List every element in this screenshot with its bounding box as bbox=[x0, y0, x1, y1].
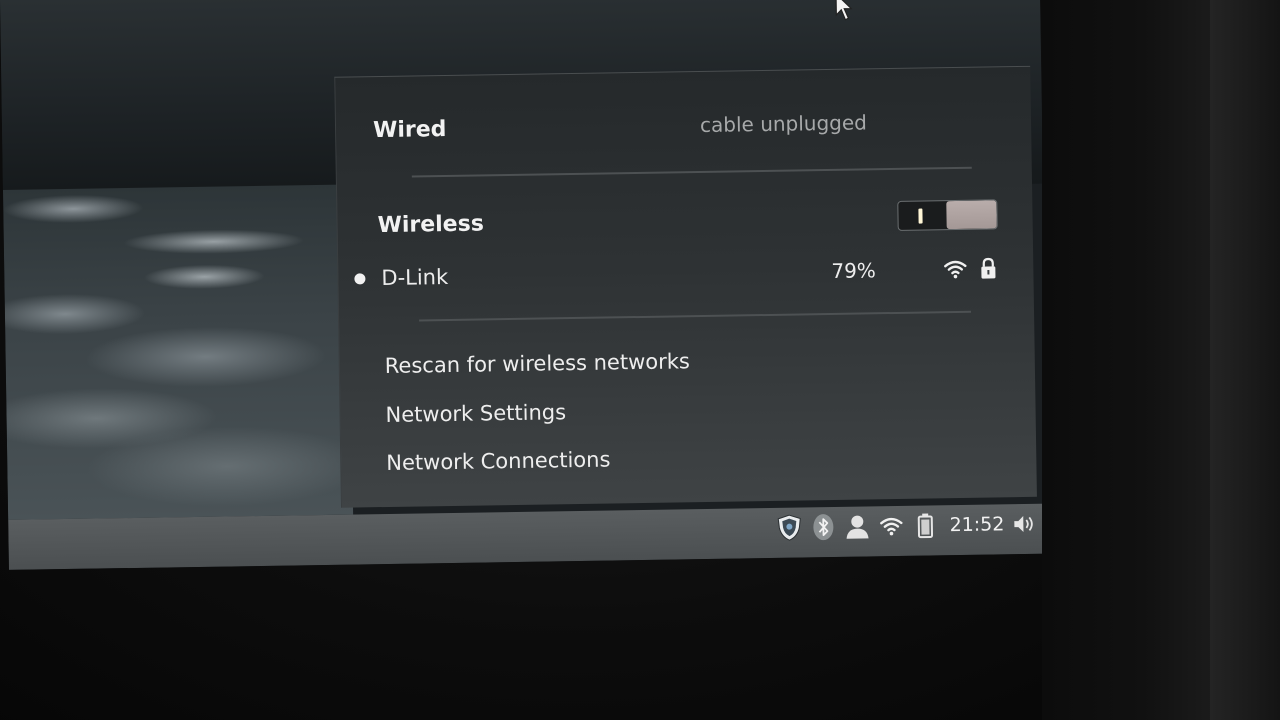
wired-title: Wired bbox=[372, 116, 447, 143]
toggle-knob bbox=[946, 200, 997, 230]
wired-section: Wired cable unplugged bbox=[336, 103, 1031, 148]
wired-status: cable unplugged bbox=[699, 110, 868, 138]
monitor-bezel bbox=[1042, 0, 1212, 720]
network-connections-item[interactable]: Network Connections bbox=[386, 447, 610, 475]
wireless-title: Wireless bbox=[377, 210, 484, 238]
network-settings-item[interactable]: Network Settings bbox=[385, 400, 566, 427]
photo-frame: Wired cable unplugged Wireless D-Link 79… bbox=[0, 0, 1280, 720]
desktop-wallpaper bbox=[2, 184, 354, 520]
network-menu-panel: Wired cable unplugged Wireless D-Link 79… bbox=[334, 65, 1037, 508]
mouse-cursor-icon bbox=[835, 0, 853, 21]
shield-icon[interactable] bbox=[775, 513, 803, 541]
monitor-screen: Wired cable unplugged Wireless D-Link 79… bbox=[0, 0, 1049, 570]
user-icon[interactable] bbox=[843, 512, 871, 540]
separator bbox=[411, 166, 972, 178]
wifi-signal-icon bbox=[944, 260, 967, 279]
wifi-icon[interactable] bbox=[877, 512, 905, 540]
separator bbox=[419, 310, 972, 322]
wireless-section: Wireless bbox=[337, 197, 1032, 244]
bluetooth-icon[interactable] bbox=[809, 513, 837, 541]
toggle-on-indicator bbox=[918, 208, 923, 224]
wireless-network-item[interactable]: D-Link 79% bbox=[338, 253, 1033, 294]
rescan-networks-item[interactable]: Rescan for wireless networks bbox=[385, 349, 690, 378]
connected-indicator-icon bbox=[354, 272, 366, 284]
volume-icon[interactable] bbox=[1010, 510, 1038, 538]
monitor-bezel-edge bbox=[1210, 0, 1280, 720]
wireless-toggle[interactable] bbox=[897, 199, 998, 231]
network-signal-strength: 79% bbox=[831, 258, 876, 283]
system-tray: 21:52 bbox=[769, 504, 1038, 548]
battery-icon[interactable] bbox=[911, 511, 939, 539]
clock[interactable]: 21:52 bbox=[949, 513, 1004, 536]
network-name: D-Link bbox=[381, 264, 449, 291]
lock-icon bbox=[981, 257, 996, 279]
